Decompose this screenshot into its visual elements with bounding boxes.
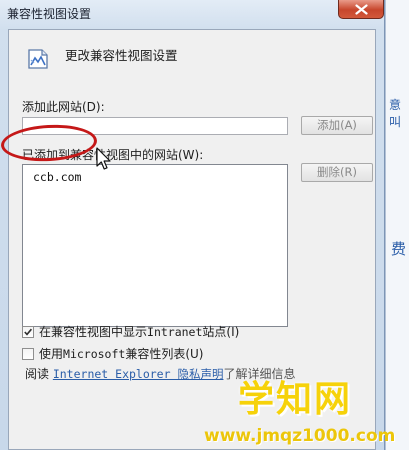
add-button[interactable]: 添加(A) [301,116,373,135]
background-link-fragment[interactable]: 意叫 [389,96,409,130]
watermark-url: www.jmqz1000.com [204,426,396,446]
close-icon [355,4,368,15]
privacy-prefix: 阅读 [25,367,53,381]
title-bar[interactable]: 兼容性视图设置 [0,0,384,24]
mouse-pointer-icon [96,147,111,170]
list-item[interactable]: ccb.com [33,170,81,184]
window-title: 兼容性视图设置 [7,7,92,21]
ms-list-label-mono: Microsoft [63,346,126,361]
ms-list-label-a: 使用 [39,347,64,361]
header-text: 更改兼容性视图设置 [65,48,178,63]
compatibility-view-icon [28,49,48,69]
close-button[interactable] [338,0,384,19]
background-text-fragment: 费 [391,240,407,258]
delete-button[interactable]: 删除(R) [301,163,373,182]
ms-list-option[interactable]: 使用 Microsoft 兼容性列表(U) [22,345,203,362]
intranet-checkbox[interactable] [22,325,34,338]
check-icon [24,328,33,336]
background-page [385,0,409,450]
intranet-label-a: 在兼容性视图中显示 [39,325,148,339]
site-list[interactable]: ccb.com [22,164,288,327]
watermark-title: 学知网 [238,379,353,420]
ms-list-label-b: 兼容性列表(U) [125,347,204,361]
intranet-label-mono: Intranet [147,324,203,339]
intranet-label-b: 站点(I) [202,325,240,339]
add-site-label: 添加此网站(D): [22,100,105,114]
ms-list-checkbox[interactable] [22,347,34,360]
intranet-option[interactable]: 在兼容性视图中显示 Intranet 站点(I) [22,323,239,340]
